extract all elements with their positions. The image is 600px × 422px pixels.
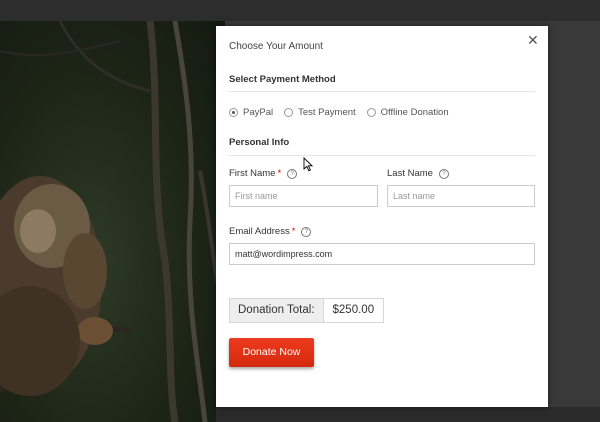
radio-label: Offline Donation: [380, 106, 449, 118]
donation-total-value: $250.00: [323, 299, 384, 322]
bottom-backdrop: [216, 407, 600, 422]
first-name-field[interactable]: First name: [229, 185, 378, 207]
donation-total: Donation Total: $250.00: [229, 298, 385, 323]
radio-label: Test Payment: [298, 106, 356, 118]
donate-now-button[interactable]: Donate Now: [229, 338, 314, 367]
right-backdrop: [548, 21, 600, 422]
radio-icon: [229, 107, 238, 117]
donation-modal: Choose Your Amount ✕ Select Payment Meth…: [216, 26, 548, 407]
radio-label: PayPal: [243, 106, 274, 118]
background-photo: [0, 21, 225, 422]
divider: [229, 155, 535, 156]
radio-icon: [284, 107, 294, 117]
payment-method-radios: PayPal Test Payment Offline Donation: [229, 105, 460, 119]
donation-total-label: Donation Total:: [230, 299, 324, 322]
help-icon[interactable]: ?: [287, 168, 298, 179]
radio-icon: [366, 107, 376, 117]
divider: [229, 91, 535, 92]
help-icon[interactable]: ?: [301, 226, 312, 237]
required-marker: *: [291, 226, 296, 237]
modal-title: Choose Your Amount: [229, 41, 323, 52]
help-icon[interactable]: ?: [438, 168, 449, 179]
last-name-label: Last Name ?: [387, 168, 449, 179]
radio-offline-donation[interactable]: Offline Donation: [366, 106, 449, 118]
mouse-cursor-icon: [303, 157, 313, 172]
personal-info-heading: Personal Info: [229, 137, 290, 148]
radio-paypal[interactable]: PayPal: [229, 107, 273, 118]
top-bar: [0, 0, 600, 21]
last-name-field[interactable]: Last name: [387, 185, 535, 207]
first-name-label: First Name * ?: [229, 168, 298, 179]
email-label: Email Address * ?: [229, 226, 312, 237]
close-icon[interactable]: ✕: [527, 33, 539, 47]
email-field[interactable]: matt@wordimpress.com: [229, 243, 535, 265]
payment-method-heading: Select Payment Method: [229, 74, 336, 85]
required-marker: *: [277, 168, 282, 179]
radio-test-payment[interactable]: Test Payment: [284, 107, 356, 118]
